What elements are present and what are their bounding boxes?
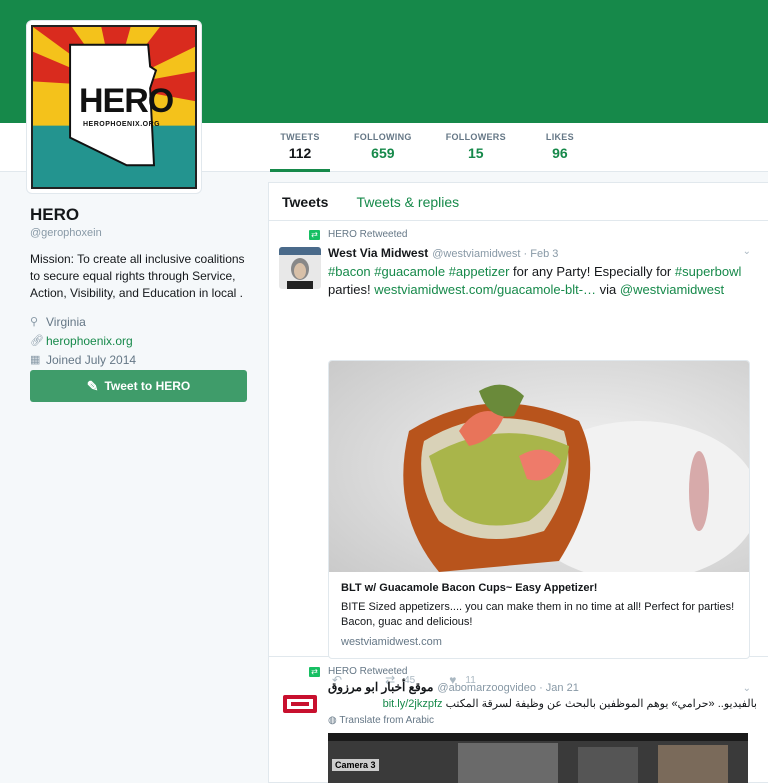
tweet-text: بالفيديو.. «حرامي» يوهم الموظفين بالبحث … [383, 697, 757, 710]
compose-icon: ✎ [86, 377, 99, 394]
tweet-to-label: Tweet to HERO [104, 379, 191, 393]
stat-followers[interactable]: FOLLOWERS 15 [436, 126, 516, 172]
stat-value: 112 [288, 145, 312, 161]
profile-stats: TWEETS 112 FOLLOWING 659 FOLLOWERS 15 LI… [270, 126, 604, 172]
location-text: Virginia [46, 314, 86, 329]
retweeted-by-text[interactable]: HERO Retweeted [328, 666, 407, 677]
joined-text: Joined July 2014 [46, 352, 137, 367]
stat-value: 659 [371, 145, 395, 161]
tweet-text-segment: parties! [328, 282, 375, 297]
stat-label: TWEETS [280, 132, 320, 142]
video-thumbnail [328, 733, 748, 783]
stat-label: FOLLOWING [354, 132, 412, 142]
card-title: BLT w/ Guacamole Bacon Cups~ Easy Appeti… [341, 582, 598, 594]
timeline-tabs: Tweets Tweets & replies [269, 183, 768, 221]
card-url: westviamidwest.com [341, 636, 442, 648]
timeline: Tweets Tweets & replies ⇄ HERO Retweeted… [268, 182, 768, 783]
location-pin-icon: ⚲ [30, 316, 39, 328]
profile-meta: ⚲ Virginia 🔗︎ herophoenix.org ▦ Joined J… [30, 312, 250, 369]
retweet-icon: ⇄ [309, 666, 320, 677]
website-link[interactable]: herophoenix.org [46, 334, 133, 348]
calendar-icon: ▦ [30, 354, 41, 366]
tweet-header: موقع أخبار ابو مرزوق @abomarzoogvideo · … [328, 680, 579, 694]
tweet-author-name[interactable]: West Via Midwest [328, 246, 428, 260]
link-card[interactable]: BLT w/ Guacamole Bacon Cups~ Easy Appeti… [328, 360, 750, 659]
stat-value: 15 [468, 145, 484, 161]
stat-value: 96 [552, 145, 568, 161]
hashtag-link[interactable]: #bacon #guacamole #appetizer [328, 264, 509, 279]
profile-sidebar: HERO @gerophoxein Mission: To create all… [30, 205, 250, 369]
tweet-text-segment: via [596, 282, 617, 297]
tweet-author-name[interactable]: موقع أخبار ابو مرزوق [328, 680, 433, 694]
tweet-item[interactable]: ⇄ HERO Retweeted West Via Midwest @westv… [269, 222, 768, 687]
tweet-author-handle-date[interactable]: @westviamidwest · Feb 3 [432, 248, 558, 260]
link-icon: 🔗︎ [30, 335, 44, 347]
stat-following[interactable]: FOLLOWING 659 [344, 126, 422, 172]
location-row: ⚲ Virginia [30, 312, 250, 331]
website-row: 🔗︎ herophoenix.org [30, 331, 250, 350]
tweet-author-avatar[interactable] [279, 683, 321, 725]
stat-label: LIKES [545, 132, 574, 142]
chevron-down-icon[interactable]: ⌄ [743, 683, 751, 694]
translate-label: Translate from Arabic [339, 715, 435, 726]
globe-icon: ◍ [328, 715, 337, 726]
stat-tweets[interactable]: TWEETS 112 [270, 126, 330, 172]
camera-label: Camera 3 [332, 759, 379, 771]
tweet-author-handle-date[interactable]: @abomarzoogvideo · Jan 21 [437, 682, 578, 694]
card-image [329, 361, 749, 572]
card-description: BITE Sized appetizers.... you can make t… [341, 601, 735, 628]
hero-logo-text: HERO [79, 82, 174, 120]
tweet-header: West Via Midwest @westviamidwest · Feb 3 [328, 246, 558, 260]
url-link[interactable]: bit.ly/2jkzpfz [383, 698, 443, 710]
stat-label: FOLLOWERS [445, 132, 506, 142]
profile-avatar[interactable]: HERO HEROPHOENIX.ORG [26, 20, 202, 194]
retweeted-by-text[interactable]: HERO Retweeted [328, 229, 407, 240]
tweet-to-button[interactable]: ✎ Tweet to HERO [30, 370, 247, 402]
profile-name[interactable]: HERO [30, 205, 250, 225]
mention-link[interactable]: @westviamidwest [620, 282, 724, 297]
tweet-text: #bacon #guacamole #appetizer for any Par… [328, 263, 748, 299]
translate-link[interactable]: ◍ Translate from Arabic [328, 715, 434, 726]
hashtag-link[interactable]: #superbowl [675, 264, 742, 279]
tweet-item[interactable]: ⇄ HERO Retweeted موقع أخبار ابو مرزوق @a… [269, 659, 768, 783]
tweet-author-avatar[interactable] [279, 247, 321, 289]
retweet-context: ⇄ HERO Retweeted [309, 666, 407, 677]
retweet-context: ⇄ HERO Retweeted [309, 229, 407, 240]
tab-tweets[interactable]: Tweets [282, 194, 328, 210]
chevron-down-icon[interactable]: ⌄ [743, 246, 751, 257]
retweet-icon: ⇄ [309, 229, 320, 240]
stat-likes[interactable]: LIKES 96 [530, 126, 590, 172]
profile-bio: Mission: To create all inclusive coaliti… [30, 252, 245, 300]
video-preview[interactable]: Camera 3 [328, 733, 748, 783]
hero-logo-subtext: HEROPHOENIX.ORG [83, 121, 161, 128]
url-link[interactable]: westviamidwest.com/guacamole-blt-… [374, 282, 596, 297]
profile-handle[interactable]: @gerophoxein [30, 227, 250, 239]
tab-tweets-replies[interactable]: Tweets & replies [356, 194, 459, 210]
joined-row: ▦ Joined July 2014 [30, 350, 250, 369]
tweet-text-segment: بالفيديو.. «حرامي» يوهم الموظفين بالبحث … [445, 698, 757, 710]
tweet-text-segment: for any Party! Especially for [509, 264, 672, 279]
